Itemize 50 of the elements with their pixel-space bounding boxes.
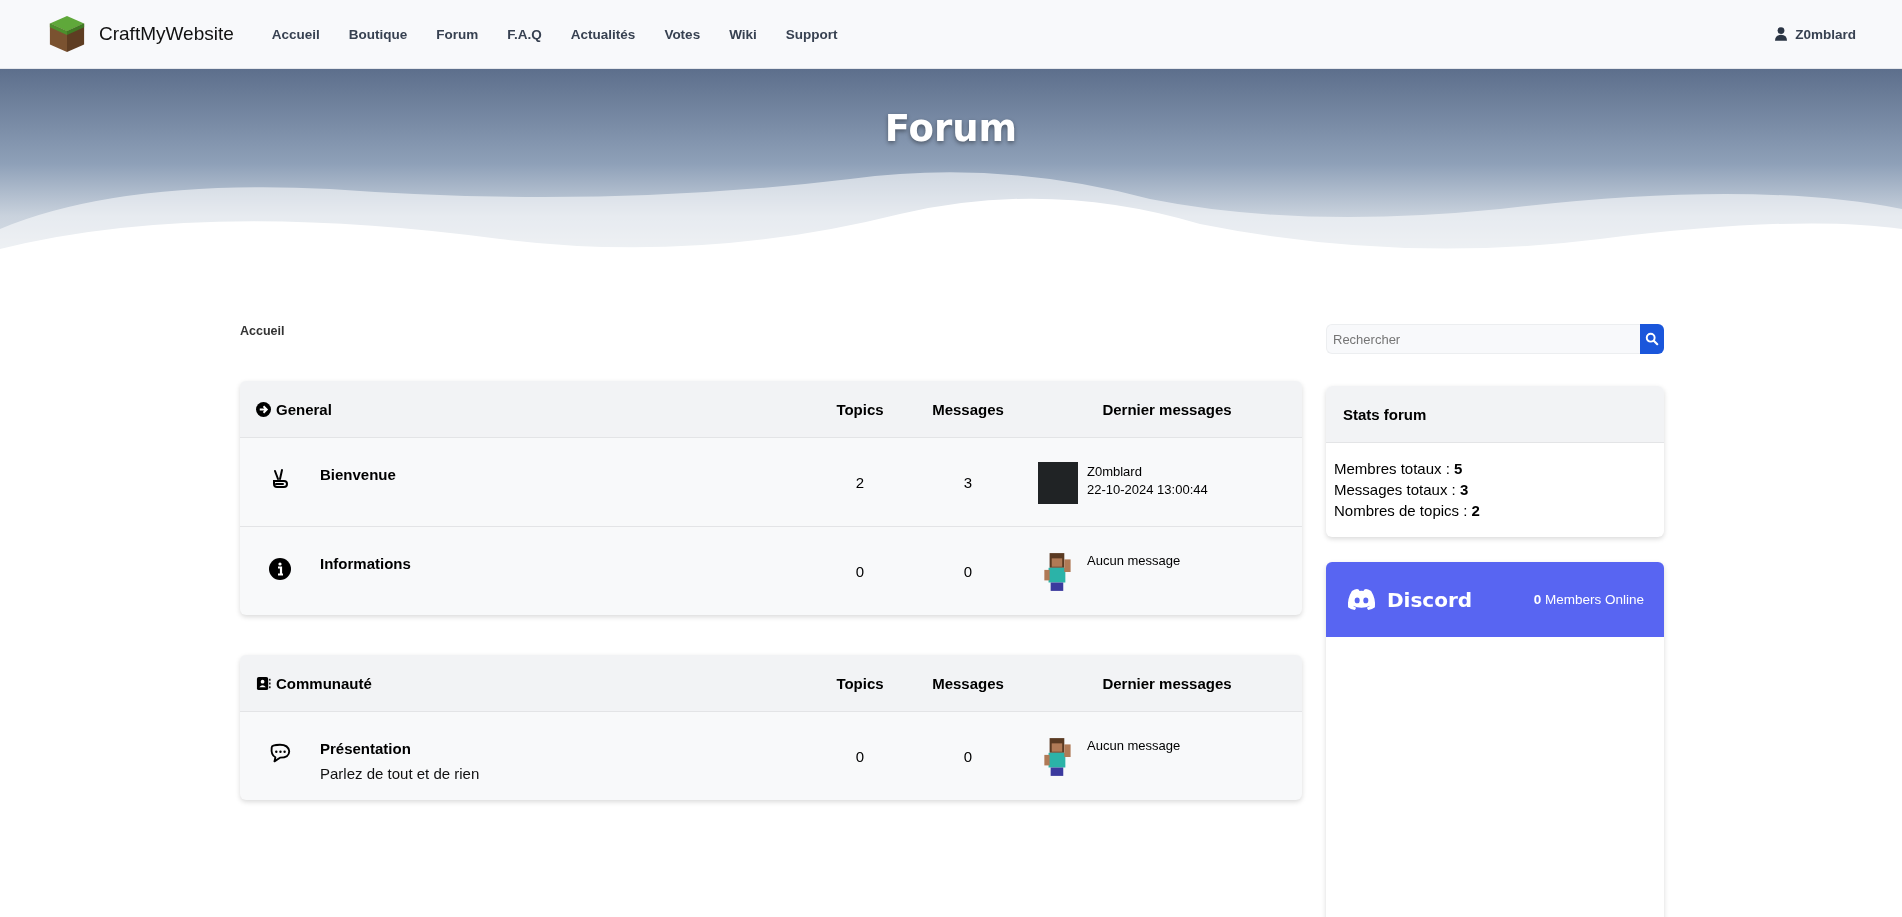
no-message-text: Aucun message — [1087, 737, 1181, 753]
column-header: Topics — [835, 674, 885, 692]
column-header: Dernier messages — [1101, 674, 1233, 692]
messages-count: 0 — [962, 747, 974, 765]
user-link[interactable]: Z0mblard — [1795, 26, 1856, 42]
avatar-picture — [1038, 462, 1078, 504]
post-date: 22-10-2024 13:00:44 — [1087, 482, 1208, 497]
nav-link[interactable]: Accueil — [271, 26, 320, 42]
nav-link[interactable]: Boutique — [348, 26, 408, 42]
search-field[interactable]: Rechercher — [1326, 324, 1640, 354]
online-count: 0 Members Online — [1533, 592, 1644, 607]
discord-logo-icon — [1346, 588, 1377, 611]
discord-wordmark: Discord — [1387, 587, 1473, 612]
topics-count: 2 — [854, 473, 866, 491]
topics-count: 0 — [854, 562, 866, 580]
column-header: Messages — [931, 400, 1005, 418]
subforum-title-link[interactable]: Informations — [320, 555, 411, 572]
nav-link[interactable]: F.A.Q — [507, 26, 542, 42]
search-button[interactable] — [1640, 324, 1664, 354]
info-icon — [268, 557, 292, 581]
category-title: General — [276, 400, 332, 418]
messages-count: 0 — [962, 562, 974, 580]
arrow-circle-icon — [256, 401, 271, 417]
page-title: Forum — [884, 107, 1018, 150]
category-title: Communauté — [276, 674, 372, 692]
column-header: Dernier messages — [1101, 400, 1233, 418]
stat-line: Membres totaux : 5 — [1334, 460, 1464, 477]
nav-link[interactable]: Actualités — [570, 26, 636, 42]
column-header: Messages — [931, 674, 1005, 692]
user-icon[interactable] — [1775, 27, 1788, 41]
no-message-text: Aucun message — [1087, 552, 1181, 568]
stat-line: Messages totaux : 3 — [1334, 481, 1470, 498]
stat-line: Nombres de topics : 2 — [1334, 502, 1481, 519]
search-icon — [1645, 332, 1659, 346]
topics-count: 0 — [854, 747, 866, 765]
messages-count: 3 — [962, 473, 974, 491]
forum-description: Parlez de tout et de rien — [320, 765, 480, 782]
stats-title: Stats forum — [1343, 405, 1427, 423]
nav-link[interactable]: Votes — [664, 26, 701, 42]
contact-book-icon — [256, 675, 271, 691]
nav-link[interactable]: Wiki — [729, 26, 757, 42]
nav-link[interactable]: Forum — [436, 26, 479, 42]
brand-name[interactable]: CraftMyWebsite — [99, 23, 234, 45]
subforum-title-link[interactable]: Bienvenue — [320, 466, 396, 483]
breadcrumb-link[interactable]: Accueil — [240, 324, 285, 338]
column-header: Topics — [835, 400, 885, 418]
subforum-title-link[interactable]: Présentation — [320, 740, 411, 757]
nav-link[interactable]: Support — [785, 26, 838, 42]
grass-block-logo-icon[interactable] — [48, 14, 86, 54]
author-name: Z0mblard — [1087, 464, 1143, 479]
